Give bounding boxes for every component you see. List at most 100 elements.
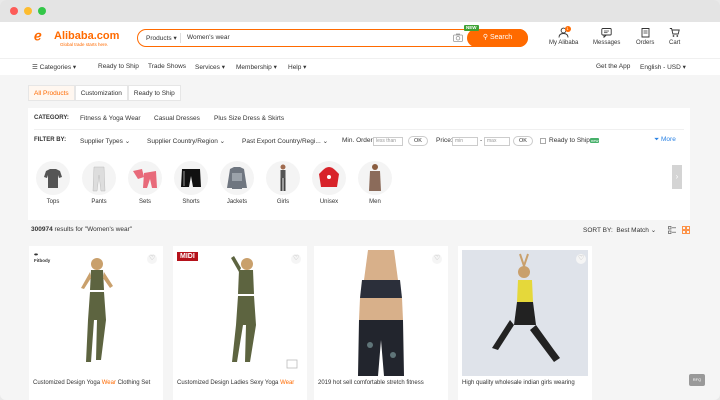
- minimize-window-button[interactable]: [24, 7, 32, 15]
- product-image[interactable]: [318, 250, 444, 376]
- list-view-icon[interactable]: [668, 226, 676, 234]
- product-title[interactable]: 2019 hot sell comfortable stretch fitnes…: [318, 379, 446, 388]
- more-filters-link[interactable]: ⏷ More: [654, 136, 676, 144]
- results-summary: 300974 results for "Women's wear": [31, 226, 132, 233]
- ready-to-ship-checkbox[interactable]: [540, 138, 546, 144]
- search-input[interactable]: [187, 33, 437, 41]
- export-region-label: Past Export Country/Regi...: [242, 138, 321, 145]
- title-text: 2019 hot sell comfortable stretch fitnes…: [318, 380, 424, 386]
- min-order-input[interactable]: less than: [373, 137, 403, 146]
- product-image[interactable]: [177, 250, 303, 376]
- search-button[interactable]: ⚲ Search: [467, 28, 528, 47]
- product-card[interactable]: MIDI ♡ Customized Design Ladies Sexy Yog…: [173, 246, 307, 400]
- logo-tagline: Global trade starts here.: [60, 42, 109, 47]
- nav-categories-label: Categories: [39, 64, 72, 71]
- browser-window: ℯ Alibaba.com Global trade starts here. …: [0, 0, 720, 400]
- logo-text: Alibaba.com: [54, 29, 120, 42]
- category-filter-label: CATEGORY:: [34, 115, 69, 121]
- girls-icon: [266, 161, 300, 195]
- camera-icon[interactable]: [453, 33, 463, 42]
- product-image[interactable]: [33, 250, 159, 376]
- my-alibaba-link[interactable]: 1 My Alibaba: [549, 26, 578, 46]
- orders-icon: [641, 28, 650, 38]
- category-men[interactable]: Men: [357, 161, 393, 205]
- price-ok-button[interactable]: OK: [513, 136, 533, 146]
- heart-icon: ♡: [293, 255, 300, 262]
- results-text: results for "Women's wear": [54, 226, 133, 233]
- export-region-dropdown[interactable]: Past Export Country/Regi... ⌄: [242, 137, 328, 145]
- sort-by-control[interactable]: SORT BY: Best Match ⌄: [583, 226, 656, 234]
- messages-link[interactable]: Messages: [593, 27, 620, 46]
- product-card[interactable]: ♡ High quality wholesale indian girls we…: [458, 246, 592, 400]
- nav-categories[interactable]: ☰ Categories ▾: [32, 63, 76, 71]
- min-order-ok-button[interactable]: OK: [408, 136, 428, 146]
- title-highlight: Wear: [280, 380, 295, 386]
- category-unisex[interactable]: Unisex: [311, 161, 347, 205]
- product-card[interactable]: ♡ 2019 hot sell comfortable stretch fitn…: [314, 246, 448, 400]
- price-label: Price:: [436, 137, 453, 144]
- price-dash: -: [480, 137, 483, 144]
- nav-services[interactable]: Services ▾: [195, 63, 225, 71]
- supplier-region-dropdown[interactable]: Supplier Country/Region ⌄: [147, 137, 225, 145]
- language-currency-selector[interactable]: English - USD ▾: [640, 63, 686, 71]
- view-toggle: [668, 226, 690, 234]
- favorite-button[interactable]: ♡: [291, 254, 301, 264]
- cart-link[interactable]: Cart: [669, 27, 680, 46]
- favorite-button[interactable]: ♡: [432, 254, 442, 264]
- heart-icon: ♡: [578, 255, 585, 262]
- supplier-types-label: Supplier Types: [80, 138, 123, 145]
- title-text: Customized Design Ladies Sexy Yoga: [177, 380, 281, 386]
- new-badge: NEW: [464, 25, 479, 31]
- search-divider: [180, 33, 181, 43]
- category-girls[interactable]: Girls: [265, 161, 301, 205]
- grid-view-icon[interactable]: [682, 226, 690, 234]
- tab-customization[interactable]: Customization: [74, 85, 128, 101]
- category-scroll-right-button[interactable]: ›: [672, 165, 682, 189]
- rfq-badge[interactable]: RFQ: [689, 374, 705, 386]
- sort-value: Best Match: [616, 227, 649, 234]
- product-image[interactable]: [462, 250, 588, 376]
- filter-by-label: FILTER BY:: [34, 137, 67, 143]
- price-max-input[interactable]: max: [484, 137, 510, 146]
- price-min-input[interactable]: min: [452, 137, 478, 146]
- category-option[interactable]: Plus Size Dress & Skirts: [214, 115, 284, 122]
- min-order-label: Min. Order:: [342, 137, 375, 144]
- orders-link[interactable]: Orders: [636, 27, 654, 46]
- ready-to-ship-filter-label: Ready to Ship: [549, 137, 590, 144]
- nav-help[interactable]: Help ▾: [288, 63, 306, 71]
- tab-all-products[interactable]: All Products: [28, 85, 75, 101]
- nav-get-app[interactable]: Get the App: [596, 63, 630, 70]
- product-title[interactable]: Customized Design Yoga Wear Clothing Set: [33, 379, 161, 388]
- favorite-button[interactable]: ♡: [576, 254, 586, 264]
- alibaba-logo[interactable]: ℯ Alibaba.com Global trade starts here.: [34, 29, 120, 47]
- language-currency-label: English - USD: [640, 64, 681, 71]
- title-text: Customized Design Yoga: [33, 380, 102, 386]
- title-text: Clothing Set: [115, 380, 151, 386]
- favorite-button[interactable]: ♡: [147, 254, 157, 264]
- main-nav: ☰ Categories ▾ Ready to Ship Trade Shows…: [0, 58, 720, 75]
- filter-divider: [34, 129, 684, 130]
- product-card[interactable]: ⬌ Fitbody ♡ Customized Design Yoga Wear …: [29, 246, 163, 400]
- title-highlight: Wear: [101, 380, 116, 386]
- shorts-icon: [174, 161, 208, 195]
- product-title[interactable]: Customized Design Ladies Sexy Yoga Wear: [177, 379, 305, 388]
- category-shorts[interactable]: Shorts: [173, 161, 209, 205]
- nav-trade-shows[interactable]: Trade Shows: [148, 63, 186, 70]
- category-tops[interactable]: Tops: [35, 161, 71, 205]
- supplier-types-dropdown[interactable]: Supplier Types ⌄: [80, 137, 130, 145]
- supplier-region-label: Supplier Country/Region: [147, 138, 218, 145]
- nav-ready-to-ship[interactable]: Ready to Ship: [98, 63, 139, 70]
- category-sets[interactable]: Sets: [127, 161, 163, 205]
- category-option[interactable]: Fitness & Yoga Wear: [80, 115, 141, 122]
- menu-icon: ☰: [32, 64, 38, 71]
- close-window-button[interactable]: [10, 7, 18, 15]
- search-category-dropdown[interactable]: Products ▾: [146, 34, 177, 42]
- category-jackets[interactable]: Jackets: [219, 161, 255, 205]
- maximize-window-button[interactable]: [38, 7, 46, 15]
- tab-ready-to-ship[interactable]: Ready to Ship: [127, 85, 181, 101]
- category-option[interactable]: Casual Dresses: [154, 115, 200, 122]
- category-pants[interactable]: Pants: [81, 161, 117, 205]
- nav-membership[interactable]: Membership ▾: [236, 63, 277, 71]
- nav-help-label: Help: [288, 64, 302, 71]
- product-title[interactable]: High quality wholesale indian girls wear…: [462, 379, 590, 388]
